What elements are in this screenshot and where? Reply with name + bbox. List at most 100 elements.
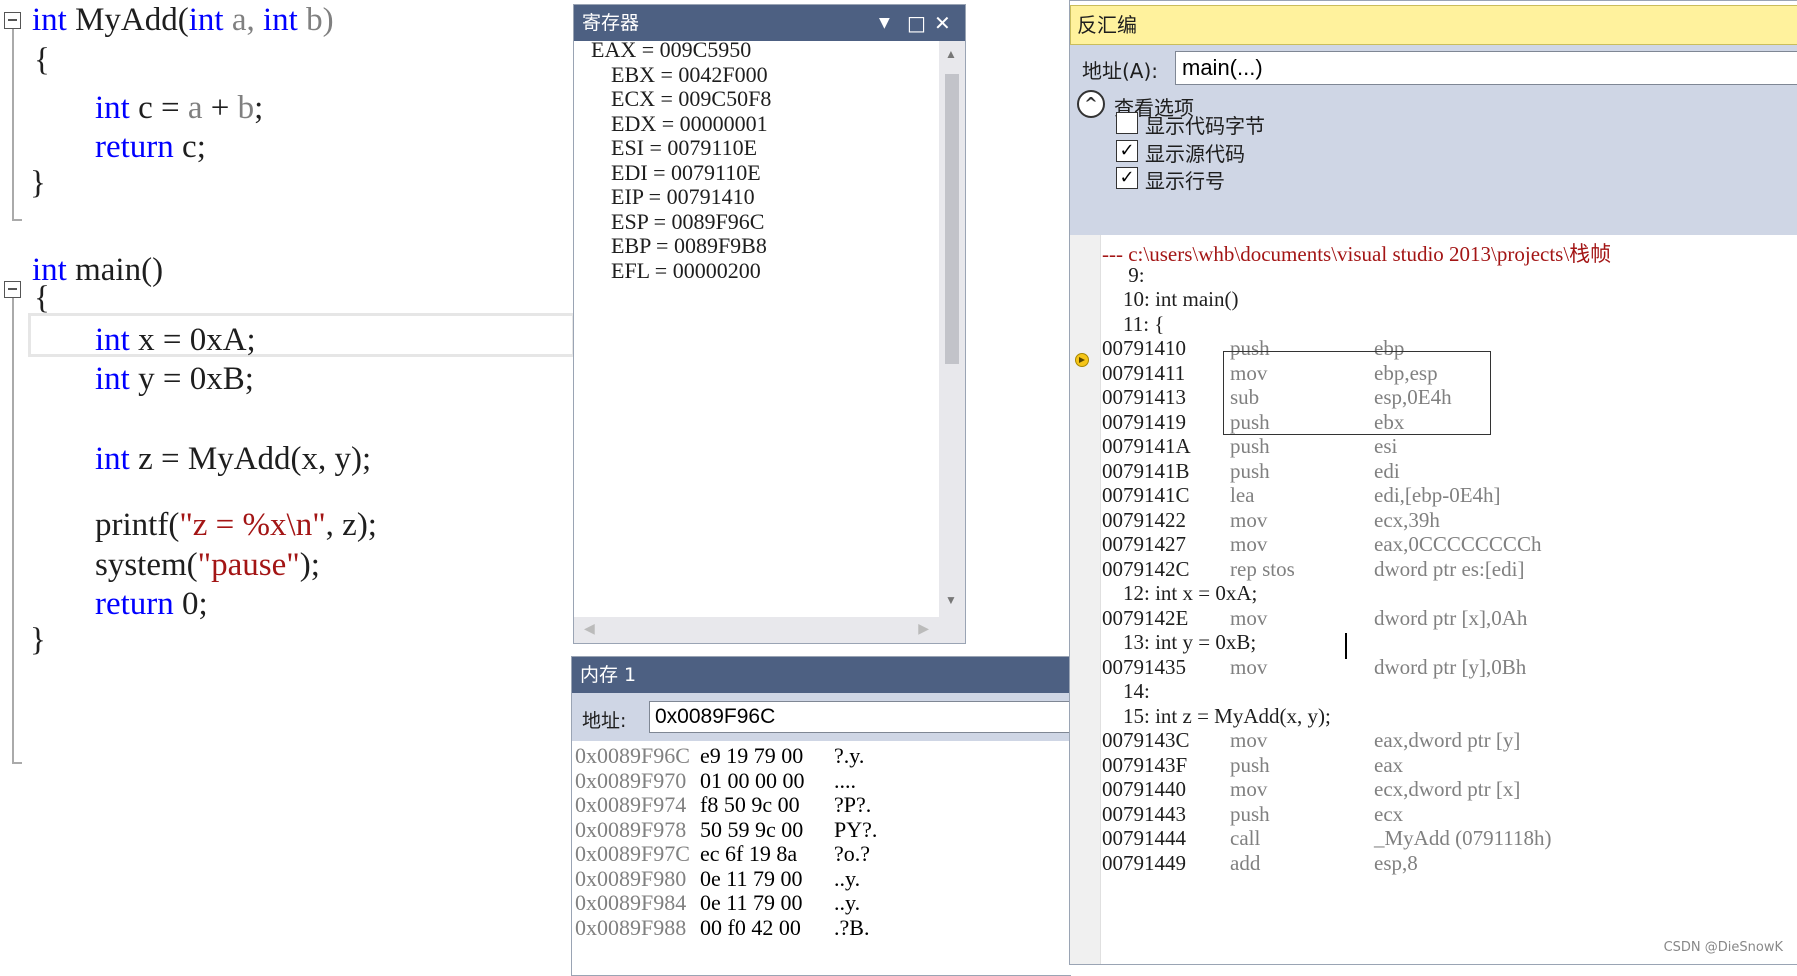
option-checkbox[interactable]: ✓	[1116, 167, 1138, 189]
memory-row-bytes[interactable]: 0e 11 79 00	[700, 890, 802, 916]
source-line[interactable]: 12: int x = 0xA;	[1102, 581, 1257, 606]
register-row[interactable]: ESI = 0079110E	[611, 135, 757, 161]
source-line[interactable]: 11: {	[1102, 312, 1164, 337]
source-line[interactable]: 14:	[1102, 679, 1150, 704]
asm-operands[interactable]: edi	[1374, 459, 1400, 484]
register-row[interactable]: ECX = 009C50F8	[611, 86, 771, 112]
scroll-right-icon[interactable]: ▶	[918, 621, 929, 638]
asm-address[interactable]: 0079143F	[1102, 753, 1187, 778]
fold-toggle-myadd[interactable]	[4, 12, 21, 29]
memory-row-bytes[interactable]: e9 19 79 00	[700, 743, 803, 769]
memory-row-ascii[interactable]: ?.y.	[834, 743, 864, 769]
source-line[interactable]: 10: int main()	[1102, 287, 1238, 312]
memory-row-ascii[interactable]: ..y.	[834, 866, 860, 892]
disassembly-address-input[interactable]: main(...)	[1175, 51, 1797, 85]
code-line[interactable]: int y = 0xB;	[95, 359, 254, 399]
asm-operands[interactable]: ecx,dword ptr [x]	[1374, 777, 1520, 802]
asm-address[interactable]: 00791427	[1102, 532, 1186, 557]
asm-address[interactable]: 0079142C	[1102, 557, 1190, 582]
asm-address[interactable]: 00791449	[1102, 851, 1186, 876]
memory-row-ascii[interactable]: .?B.	[834, 915, 869, 941]
memory-row-address[interactable]: 0x0089F97C	[575, 841, 690, 867]
dropdown-icon[interactable]: ▼	[879, 5, 890, 41]
code-line[interactable]: }	[30, 163, 46, 203]
memory-row-ascii[interactable]: ..y.	[834, 890, 860, 916]
code-line[interactable]: system("pause");	[95, 545, 320, 585]
source-line[interactable]: 15: int z = MyAdd(x, y);	[1102, 704, 1331, 729]
asm-mnemonic[interactable]: mov	[1230, 777, 1267, 802]
register-row[interactable]: EAX = 009C5950	[591, 37, 751, 63]
register-row[interactable]: EDI = 0079110E	[611, 160, 761, 186]
maximize-icon[interactable]: □	[907, 5, 926, 41]
asm-address[interactable]: 0079143C	[1102, 728, 1190, 753]
fold-toggle-main[interactable]	[4, 281, 21, 298]
asm-mnemonic[interactable]: mov	[1230, 532, 1267, 557]
asm-mnemonic[interactable]: mov	[1230, 728, 1267, 753]
asm-mnemonic[interactable]: mov	[1230, 606, 1267, 631]
option-checkbox[interactable]: ✓	[1116, 139, 1138, 162]
option-label[interactable]: 显示源代码	[1145, 138, 1245, 167]
asm-address[interactable]: 0079141C	[1102, 483, 1190, 508]
asm-mnemonic[interactable]: lea	[1230, 483, 1254, 508]
source-line[interactable]: 9:	[1102, 263, 1144, 288]
code-line[interactable]: int z = MyAdd(x, y);	[95, 439, 371, 479]
asm-operands[interactable]: dword ptr [x],0Ah	[1374, 606, 1527, 631]
asm-operands[interactable]: ecx,39h	[1374, 508, 1440, 533]
asm-mnemonic[interactable]: push	[1230, 802, 1270, 827]
code-line[interactable]: int c = a + b;	[95, 88, 263, 128]
registers-vertical-scrollbar[interactable]: ▲ ▼	[939, 41, 965, 643]
asm-address[interactable]: 00791435	[1102, 655, 1186, 680]
disassembly-gutter[interactable]	[1070, 235, 1101, 964]
register-row[interactable]: EBX = 0042F000	[611, 62, 768, 88]
scroll-up-icon[interactable]: ▲	[945, 47, 957, 62]
memory-row-address[interactable]: 0x0089F970	[575, 768, 686, 794]
registers-window[interactable]: 寄存器 ▼ □ ✕ EAX = 009C5950 EBX = 0042F000 EC…	[573, 4, 966, 644]
asm-address[interactable]: 00791411	[1102, 361, 1185, 386]
asm-operands[interactable]: dword ptr [y],0Bh	[1374, 655, 1526, 680]
memory-address-input[interactable]: 0x0089F96C	[649, 701, 1071, 733]
code-line[interactable]: return 0;	[95, 584, 208, 624]
registers-title-bar[interactable]: 寄存器 ▼ □ ✕	[574, 5, 965, 41]
source-file-path[interactable]: --- c:\users\whb\documents\visual studio…	[1102, 238, 1611, 268]
code-line[interactable]: return c;	[95, 127, 206, 167]
asm-mnemonic[interactable]: call	[1230, 826, 1260, 851]
collapse-options-icon[interactable]: ^	[1077, 90, 1105, 118]
asm-operands[interactable]: eax,dword ptr [y]	[1374, 728, 1520, 753]
memory-row-bytes[interactable]: 00 f0 42 00	[700, 915, 801, 941]
memory-row-ascii[interactable]: PY?.	[834, 817, 877, 843]
close-icon[interactable]: ✕	[934, 5, 951, 41]
asm-address[interactable]: 00791440	[1102, 777, 1186, 802]
asm-mnemonic[interactable]: push	[1230, 753, 1270, 778]
asm-mnemonic[interactable]: rep stos	[1230, 557, 1295, 582]
asm-address[interactable]: 0079141A	[1102, 434, 1191, 459]
asm-operands[interactable]: edi,[ebp-0E4h]	[1374, 483, 1501, 508]
asm-address[interactable]: 00791422	[1102, 508, 1186, 533]
code-line[interactable]: int MyAdd(int a, int b)	[32, 0, 334, 40]
disassembly-title-bar[interactable]: 反汇编	[1070, 5, 1797, 45]
memory-row-bytes[interactable]: f8 50 9c 00	[700, 792, 800, 818]
registers-horizontal-scrollbar[interactable]: ◀ ▶	[574, 617, 939, 643]
register-row[interactable]: ESP = 0089F96C	[611, 209, 764, 235]
asm-operands[interactable]: dword ptr es:[edi]	[1374, 557, 1524, 582]
memory-row-address[interactable]: 0x0089F980	[575, 866, 686, 892]
memory-row-bytes[interactable]: 0e 11 79 00	[700, 866, 802, 892]
register-row[interactable]: EDX = 00000001	[611, 111, 768, 137]
asm-operands[interactable]: eax	[1374, 753, 1403, 778]
memory-row-bytes[interactable]: ec 6f 19 8a	[700, 841, 797, 867]
option-label[interactable]: 显示行号	[1145, 165, 1225, 194]
asm-address[interactable]: 00791410	[1102, 336, 1186, 361]
memory-row-bytes[interactable]: 50 59 9c 00	[700, 817, 803, 843]
code-line[interactable]: int main()	[32, 250, 163, 290]
code-line[interactable]: int x = 0xA;	[95, 320, 256, 360]
register-row[interactable]: EFL = 00000200	[611, 258, 761, 284]
memory-row-ascii[interactable]: ....	[834, 768, 856, 794]
asm-operands[interactable]: esi	[1374, 434, 1397, 459]
asm-mnemonic[interactable]: mov	[1230, 508, 1267, 533]
memory-title-bar[interactable]: 内存 1	[572, 657, 1071, 693]
code-line[interactable]: {	[34, 278, 50, 318]
memory-row-address[interactable]: 0x0089F984	[575, 890, 686, 916]
asm-mnemonic[interactable]: add	[1230, 851, 1260, 876]
memory-row-address[interactable]: 0x0089F978	[575, 817, 686, 843]
asm-address[interactable]: 00791443	[1102, 802, 1186, 827]
scroll-left-icon[interactable]: ◀	[584, 621, 595, 638]
